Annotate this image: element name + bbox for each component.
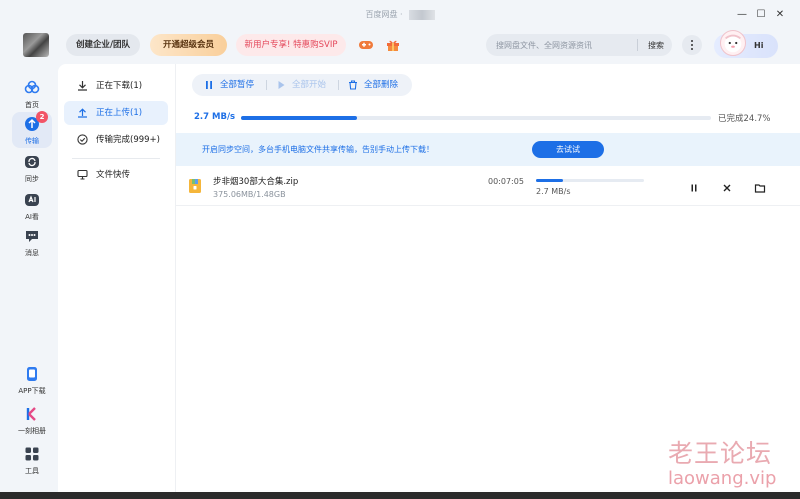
transfer-count-badge: 2 xyxy=(36,111,48,123)
open-svip-button[interactable]: 开通超级会员 xyxy=(150,34,227,56)
mascot-icon xyxy=(720,30,746,56)
nav-item-album[interactable]: 一刻相册 xyxy=(12,402,52,438)
search-button[interactable]: 搜索 xyxy=(648,40,664,51)
watermark-en: laowang.vip xyxy=(668,468,777,489)
greeting-text: Hi xyxy=(754,41,764,50)
sync-space-banner: 开启同步空间，多台手机电脑文件共享传输，告别手动上传下载！ 去试试 ✕ xyxy=(176,133,800,166)
window-title: 百度网盘 · xyxy=(0,9,800,20)
total-progress-fill xyxy=(241,116,358,120)
nav-item-app-download[interactable]: APP下载 xyxy=(12,362,52,398)
nav-label: APP下载 xyxy=(18,387,46,395)
start-all-label: 全部开始 xyxy=(292,80,327,90)
gift-icon[interactable] xyxy=(386,38,400,52)
trash-icon xyxy=(349,80,357,90)
subnav-label: 传输完成(999+) xyxy=(96,135,160,145)
more-dot-icon xyxy=(691,44,693,46)
create-org-button[interactable]: 创建企业/团队 xyxy=(66,34,140,56)
time-remaining: 00:07:05 xyxy=(488,177,524,186)
file-size: 375.06MB/1.48GB xyxy=(213,190,286,199)
title-bar: 百度网盘 · — ☐ ✕ xyxy=(0,0,800,30)
subnav-downloading[interactable]: 正在下载(1) xyxy=(64,74,168,98)
upload-icon xyxy=(78,108,87,118)
search-box[interactable]: 搜网盘文件、全网资源资讯 搜索 xyxy=(486,34,672,56)
assistant-greeting[interactable]: Hi xyxy=(714,30,778,58)
completed-percent: 已完成24.7% xyxy=(718,114,771,124)
transfer-toolbar: 全部暂停 全部开始 全部删除 xyxy=(192,74,412,96)
pause-all-label: 全部暂停 xyxy=(220,80,255,90)
nav-label: 首页 xyxy=(25,101,39,109)
monitor-icon xyxy=(77,169,88,180)
close-window-button[interactable]: ✕ xyxy=(773,8,787,22)
nav-item-messages[interactable]: 消息 xyxy=(12,224,52,260)
nav-item-ai[interactable]: AI看 xyxy=(12,188,52,224)
app-window: 百度网盘 · — ☐ ✕ 创建企业/团队 开通超级会员 新用户专享! 特惠购SV… xyxy=(0,0,800,492)
nav-item-home[interactable]: 首页 xyxy=(12,76,52,112)
watermark-cn: 老王论坛 xyxy=(668,439,773,468)
left-navigation: 首页 2 传输 同步 AI看 消息 APP下载 一刻相册 工具 xyxy=(0,64,64,492)
toolbar-divider xyxy=(338,80,339,90)
sync-icon xyxy=(25,156,39,168)
pause-icon xyxy=(206,81,212,89)
file-name: 步非烟30部大合集.zip xyxy=(213,177,299,187)
banner-text: 开启同步空间，多台手机电脑文件共享传输，告别手动上传下载！ xyxy=(202,145,434,154)
check-circle-icon xyxy=(77,134,88,145)
phone-icon xyxy=(27,367,37,381)
nav-label: 消息 xyxy=(25,249,39,257)
try-it-button[interactable]: 去试试 xyxy=(532,141,604,158)
maximize-button[interactable]: ☐ xyxy=(754,8,768,22)
nav-label: 同步 xyxy=(25,175,39,183)
subnav-uploading[interactable]: 正在上传(1) xyxy=(64,101,168,125)
nav-item-tools[interactable]: 工具 xyxy=(12,442,52,478)
total-speed: 2.7 MB/s xyxy=(194,112,236,122)
file-progress-fill xyxy=(536,179,563,182)
transfer-panel: 正在下载(1) 正在上传(1) 传输完成(999+) 文件快传 全部暂停 全部开… xyxy=(58,64,800,492)
user-avatar[interactable] xyxy=(23,33,49,57)
transfer-subnav: 正在下载(1) 正在上传(1) 传输完成(999+) 文件快传 xyxy=(58,64,176,492)
redacted-title-text xyxy=(408,9,435,20)
subnav-completed[interactable]: 传输完成(999+) xyxy=(64,128,168,152)
total-progress-bar xyxy=(241,116,711,120)
nav-label: 工具 xyxy=(25,467,39,475)
message-icon xyxy=(26,231,38,242)
more-menu-button[interactable] xyxy=(682,35,702,55)
nav-label: 传输 xyxy=(25,137,39,145)
nav-label: AI看 xyxy=(25,213,39,221)
search-input[interactable]: 搜网盘文件、全网资源资讯 xyxy=(496,40,592,51)
toolbar-divider xyxy=(266,80,267,90)
search-divider xyxy=(637,39,638,51)
cancel-icon[interactable] xyxy=(721,182,733,194)
file-progress-bar xyxy=(536,179,644,182)
minimize-button[interactable]: — xyxy=(735,8,749,22)
open-folder-icon[interactable] xyxy=(754,182,766,194)
gamepad-icon[interactable] xyxy=(358,39,374,51)
subnav-label: 正在下载(1) xyxy=(96,81,143,91)
subnav-quick-transfer[interactable]: 文件快传 xyxy=(64,163,168,187)
nav-item-sync[interactable]: 同步 xyxy=(12,150,52,186)
nav-label: 一刻相册 xyxy=(18,427,46,435)
tools-icon xyxy=(25,447,39,461)
top-header: 创建企业/团队 开通超级会员 新用户专享! 特惠购SVIP 搜网盘文件、全网资源… xyxy=(0,30,800,64)
album-icon xyxy=(26,407,36,421)
nav-item-transfer[interactable]: 2 传输 xyxy=(12,111,52,148)
subnav-label: 文件快传 xyxy=(96,170,131,180)
site-watermark: 老王论坛 laowang.vip xyxy=(668,434,788,489)
pause-icon[interactable] xyxy=(688,182,700,194)
ai-icon xyxy=(25,194,39,206)
subnav-label: 正在上传(1) xyxy=(96,108,143,118)
promo-svip-button[interactable]: 新用户专享! 特惠购SVIP xyxy=(236,34,346,56)
play-icon xyxy=(278,81,285,89)
table-row[interactable]: 步非烟30部大合集.zip 375.06MB/1.48GB 00:07:05 2… xyxy=(176,168,800,206)
delete-all-label: 全部删除 xyxy=(364,80,399,90)
file-speed: 2.7 MB/s xyxy=(536,187,571,196)
home-cloud-icon xyxy=(24,80,40,94)
more-dot-icon xyxy=(691,40,693,42)
more-dot-icon xyxy=(691,48,693,50)
download-icon xyxy=(78,81,87,91)
zip-file-icon xyxy=(189,179,201,193)
subnav-divider xyxy=(72,158,160,159)
